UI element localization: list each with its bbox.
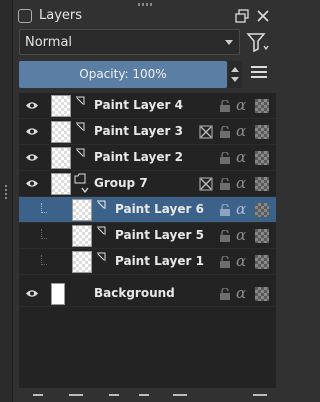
chevron-down-icon[interactable] xyxy=(231,77,239,82)
add-layer-icon[interactable] xyxy=(33,394,43,402)
lock-icon[interactable] xyxy=(219,230,231,242)
layer-name: Paint Layer 4 xyxy=(94,98,183,112)
alpha-lock-icon[interactable]: α xyxy=(236,174,246,192)
paint-layer-icon xyxy=(97,226,106,235)
eye-icon[interactable] xyxy=(25,127,39,136)
duplicate-layer-icon[interactable] xyxy=(69,394,83,402)
paint-layer-icon xyxy=(76,148,85,157)
alpha-lock-icon[interactable]: α xyxy=(236,252,246,270)
tree-connector xyxy=(41,229,47,239)
layers-panel-icon xyxy=(18,9,32,23)
tree-connector xyxy=(41,255,47,265)
opacity-stepper[interactable] xyxy=(228,61,242,88)
left-dock-strip xyxy=(0,0,13,402)
inherit-alpha-icon[interactable] xyxy=(255,151,269,165)
inherit-alpha-icon[interactable] xyxy=(255,177,269,191)
paint-layer-icon xyxy=(97,200,106,209)
layer-name: Paint Layer 5 xyxy=(115,228,204,242)
layer-toolbar xyxy=(13,390,276,402)
blending-mode-select[interactable]: Normal xyxy=(19,29,240,55)
layer-row[interactable]: Paint Layer 4 α xyxy=(19,93,276,119)
close-icon[interactable] xyxy=(255,8,271,24)
layers-docker: Layers Normal Opacity: 100% Paint Layer … xyxy=(13,0,276,402)
move-down-icon[interactable] xyxy=(109,394,119,402)
layer-row-active[interactable]: Paint Layer 6 α xyxy=(19,197,276,223)
layer-thumbnail xyxy=(51,121,71,143)
hamburger-menu-icon[interactable] xyxy=(251,66,267,80)
alpha-lock-icon[interactable]: α xyxy=(236,200,246,218)
layer-thumbnail xyxy=(51,283,65,305)
layer-name: Paint Layer 2 xyxy=(94,150,183,164)
alpha-lock-icon[interactable]: α xyxy=(236,226,246,244)
group-layer-icon xyxy=(74,173,86,184)
paint-layer-icon xyxy=(76,122,85,131)
float-docker-icon[interactable] xyxy=(235,9,249,23)
splitter-handle[interactable] xyxy=(5,185,7,199)
paint-layer-icon xyxy=(76,96,85,105)
layer-row[interactable]: Paint Layer 2 α xyxy=(19,145,276,171)
layer-row[interactable]: Paint Layer 1 α xyxy=(19,249,276,275)
chevron-down-icon[interactable] xyxy=(81,187,89,193)
delete-icon[interactable] xyxy=(253,394,267,402)
tree-connector xyxy=(41,203,47,213)
layer-thumbnail xyxy=(51,147,71,169)
inherit-alpha-icon[interactable] xyxy=(255,203,269,217)
paint-layer-icon xyxy=(97,252,106,261)
properties-icon[interactable] xyxy=(173,394,187,402)
filter-icon[interactable] xyxy=(245,30,271,54)
inherit-alpha-icon[interactable] xyxy=(255,99,269,113)
docker-titlebar: Layers xyxy=(13,6,276,26)
inherit-alpha-icon[interactable] xyxy=(255,255,269,269)
inherit-alpha-icon[interactable] xyxy=(255,229,269,243)
lock-icon[interactable] xyxy=(219,178,231,190)
lock-icon[interactable] xyxy=(219,288,231,300)
chevron-up-icon[interactable] xyxy=(231,67,239,72)
alpha-lock-icon[interactable]: α xyxy=(236,148,246,166)
alpha-lock-icon[interactable]: α xyxy=(236,96,246,114)
alpha-lock-icon[interactable]: α xyxy=(236,284,246,302)
panel-title: Layers xyxy=(39,8,83,23)
layer-row[interactable]: Background α xyxy=(19,281,276,307)
alpha-lock-icon[interactable]: α xyxy=(236,122,246,140)
inherit-alpha-icon[interactable] xyxy=(255,287,269,301)
layer-thumbnail xyxy=(51,95,71,117)
layer-name: Group 7 xyxy=(94,176,148,190)
layer-thumbnail xyxy=(51,173,71,195)
layer-row[interactable]: Paint Layer 5 α xyxy=(19,223,276,249)
layer-list: Paint Layer 4 α Paint Layer 3 α Paint La… xyxy=(19,93,276,388)
lock-icon[interactable] xyxy=(219,256,231,268)
lock-icon[interactable] xyxy=(219,204,231,216)
layer-row[interactable]: Paint Layer 3 α xyxy=(19,119,276,145)
opacity-label: Opacity: 100% xyxy=(79,67,167,81)
move-up-icon[interactable] xyxy=(139,394,149,402)
chevron-down-icon xyxy=(225,40,233,45)
eye-icon[interactable] xyxy=(25,179,39,188)
eye-icon[interactable] xyxy=(25,153,39,162)
eye-icon[interactable] xyxy=(25,289,39,298)
lock-icon[interactable] xyxy=(219,100,231,112)
disabled-x-icon[interactable] xyxy=(199,177,213,191)
layer-thumbnail xyxy=(72,199,92,221)
layer-thumbnail xyxy=(72,225,92,247)
opacity-slider[interactable]: Opacity: 100% xyxy=(19,61,227,88)
layer-thumbnail xyxy=(72,251,92,273)
layer-name: Paint Layer 6 xyxy=(115,202,204,216)
lock-icon[interactable] xyxy=(219,152,231,164)
blending-mode-value: Normal xyxy=(25,35,73,50)
layer-name: Background xyxy=(94,286,175,300)
eye-icon[interactable] xyxy=(25,101,39,110)
layer-row[interactable]: Group 7 α xyxy=(19,171,276,197)
inherit-alpha-icon[interactable] xyxy=(255,125,269,139)
lock-icon[interactable] xyxy=(219,126,231,138)
layer-name: Paint Layer 3 xyxy=(94,124,183,138)
layer-name: Paint Layer 1 xyxy=(115,254,204,268)
disabled-x-icon[interactable] xyxy=(199,125,213,139)
